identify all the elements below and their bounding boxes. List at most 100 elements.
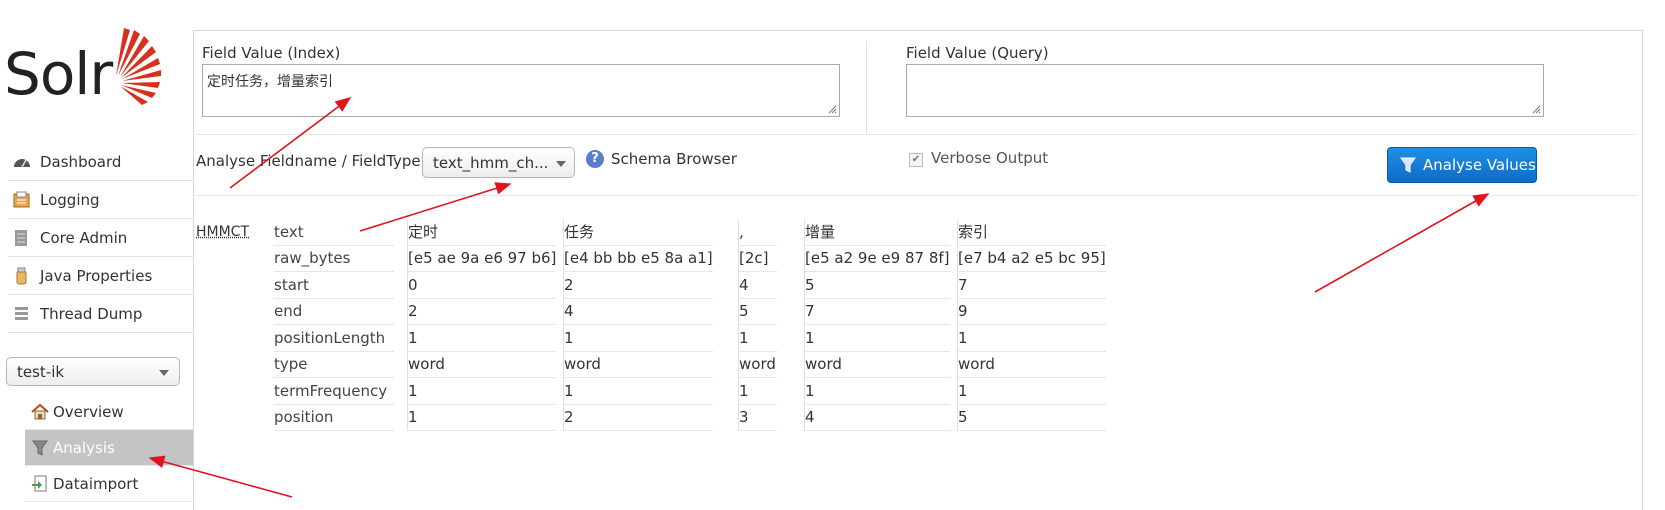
attr-name: type [274, 351, 394, 378]
token-type: word [563, 351, 713, 378]
nav-label: Thread Dump [40, 304, 143, 323]
attr-name: raw_bytes [274, 245, 394, 272]
token-type: word [957, 351, 1106, 378]
core-selector[interactable]: test-ik [6, 357, 180, 386]
nav-logging[interactable]: Logging [8, 181, 193, 219]
core-selector-value: test-ik [17, 362, 65, 381]
token-text: 索引 [957, 219, 1106, 246]
token-column: 索引 [e7 b4 a2 e5 bc 95] 7 9 1 word 1 5 [957, 219, 1106, 431]
field-value-query-label: Field Value (Query) [906, 44, 1049, 62]
attr-name: end [274, 298, 394, 325]
nav-core-admin[interactable]: Core Admin [8, 219, 193, 257]
token-position-length: 1 [563, 324, 713, 352]
token-end: 7 [804, 298, 950, 325]
token-type: word [407, 351, 557, 378]
analysis-panel: Field Value (Index) 定时任务，增量索引 Field Valu… [193, 30, 1643, 510]
help-icon[interactable]: ? [586, 150, 604, 168]
solr-sun-icon [116, 28, 161, 105]
analyse-values-label: Analyse Values [1423, 156, 1536, 174]
resize-grip-icon[interactable] [827, 104, 837, 114]
chevron-down-icon [556, 161, 566, 167]
token-column: 增量 [e5 a2 9e e9 87 8f] 5 7 1 word 1 4 [804, 219, 950, 431]
token-start: 2 [563, 271, 713, 299]
core-nav-label: Analysis [53, 438, 115, 457]
token-term-frequency: 1 [563, 377, 713, 405]
attr-name: positionLength [274, 324, 394, 352]
sidebar: Solr Dashboard Logging Core Admin Java P… [0, 0, 193, 510]
logging-icon [12, 191, 32, 209]
attr-name: start [274, 271, 394, 299]
token-attribute-names: text raw_bytes start end positionLength … [274, 219, 394, 431]
dataimport-icon [31, 475, 49, 493]
token-end: 5 [738, 298, 777, 325]
token-raw-bytes: [e7 b4 a2 e5 bc 95] [957, 245, 1106, 272]
token-position-length: 1 [804, 324, 950, 352]
main-nav: Dashboard Logging Core Admin Java Proper… [8, 143, 193, 333]
token-raw-bytes: [e5 ae 9a e6 97 b6] [407, 245, 557, 272]
token-column: 任务 [e4 bb bb e5 8a a1] 2 4 1 word 1 2 [563, 219, 713, 431]
token-end: 2 [407, 298, 557, 325]
divider [196, 134, 1636, 135]
nav-label: Dashboard [40, 152, 122, 171]
token-start: 0 [407, 271, 557, 299]
analyzer-name[interactable]: HMMCT [196, 224, 249, 240]
nav-thread-dump[interactable]: Thread Dump [8, 295, 193, 333]
token-position-length: 1 [407, 324, 557, 352]
core-admin-icon [12, 229, 32, 247]
token-raw-bytes: [e5 a2 9e e9 87 8f] [804, 245, 950, 272]
core-nav-label: Dataimport [53, 474, 139, 493]
home-icon [31, 403, 49, 421]
token-column: 定时 [e5 ae 9a e6 97 b6] 0 2 1 word 1 1 [407, 219, 557, 431]
logo-text: Solr [4, 40, 113, 108]
token-term-frequency: 1 [738, 377, 777, 405]
field-value-index-text: 定时任务，增量索引 [207, 74, 333, 90]
nav-java-properties[interactable]: Java Properties [8, 257, 193, 295]
divider [866, 41, 867, 135]
field-value-query-input[interactable] [906, 64, 1544, 117]
field-value-index-label: Field Value (Index) [202, 44, 341, 62]
token-start: 5 [804, 271, 950, 299]
core-nav: Overview Analysis Dataimport [25, 394, 193, 502]
token-start: 4 [738, 271, 777, 299]
field-value-index-input[interactable]: 定时任务，增量索引 [202, 64, 840, 117]
token-column: , [2c] 4 5 1 word 1 3 [738, 219, 777, 431]
thread-dump-icon [12, 305, 32, 323]
schema-browser-link[interactable]: Schema Browser [611, 150, 737, 168]
token-term-frequency: 1 [804, 377, 950, 405]
token-text: 定时 [407, 219, 557, 246]
token-position: 3 [738, 404, 777, 431]
nav-label: Java Properties [40, 266, 153, 285]
core-nav-dataimport[interactable]: Dataimport [25, 466, 193, 502]
token-text: , [738, 219, 777, 246]
token-text: 增量 [804, 219, 950, 246]
token-position: 4 [804, 404, 950, 431]
resize-grip-icon[interactable] [1531, 104, 1541, 114]
nav-dashboard[interactable]: Dashboard [8, 143, 193, 181]
attr-name: termFrequency [274, 377, 394, 405]
filter-icon [31, 439, 49, 457]
token-type: word [738, 351, 777, 378]
solr-logo[interactable]: Solr [4, 26, 174, 116]
core-nav-overview[interactable]: Overview [25, 394, 193, 430]
token-raw-bytes: [e4 bb bb e5 8a a1] [563, 245, 713, 272]
token-position-length: 1 [957, 324, 1106, 352]
token-position-length: 1 [738, 324, 777, 352]
fieldtype-select[interactable]: text_hmm_ch... [422, 147, 575, 178]
attr-name: text [274, 219, 394, 246]
verbose-output-checkbox[interactable]: ✔ [909, 153, 923, 167]
nav-label: Logging [40, 190, 100, 209]
nav-label: Core Admin [40, 228, 128, 247]
token-term-frequency: 1 [957, 377, 1106, 405]
java-properties-icon [12, 267, 32, 285]
fieldtype-value: text_hmm_ch... [433, 154, 549, 172]
attr-name: position [274, 404, 394, 431]
fieldtype-label: Analyse Fieldname / FieldType: [196, 152, 426, 170]
token-end: 9 [957, 298, 1106, 325]
token-start: 7 [957, 271, 1106, 299]
token-type: word [804, 351, 950, 378]
chevron-down-icon [159, 370, 169, 376]
core-nav-analysis[interactable]: Analysis [25, 430, 193, 466]
filter-icon [1400, 157, 1416, 173]
analyse-values-button[interactable]: Analyse Values [1387, 147, 1537, 183]
token-position: 2 [563, 404, 713, 431]
